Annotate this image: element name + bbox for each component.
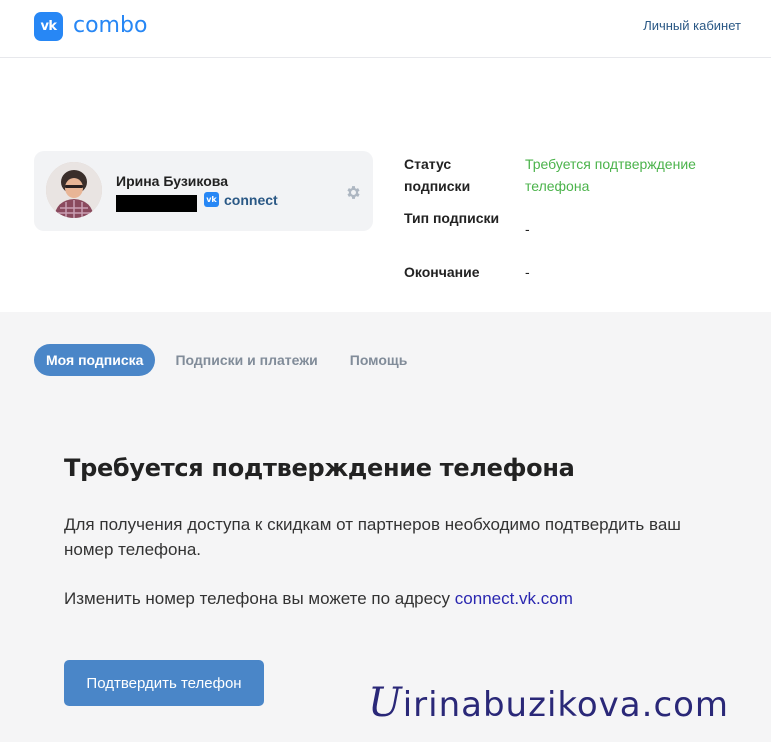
end-label: Окончание — [404, 264, 480, 280]
profile-card: Ирина Бузикова vk connect — [34, 151, 373, 231]
logo-text: vk — [40, 19, 57, 34]
type-row: Тип подписки - — [404, 207, 744, 251]
header: vk combo Личный кабинет — [0, 0, 771, 58]
type-value: - — [525, 221, 530, 237]
change-phone-text: Изменить номер телефона вы можете по адр… — [64, 586, 744, 611]
confirm-phone-button[interactable]: Подтвердить телефон — [64, 660, 264, 706]
tab-subscriptions-payments[interactable]: Подписки и платежи — [163, 344, 329, 376]
connect-vk-link[interactable]: connect.vk.com — [455, 589, 573, 608]
status-value: Требуется подтверждение телефона — [525, 156, 696, 194]
page-title: Требуется подтверждение телефона — [64, 454, 575, 482]
personal-cabinet-link[interactable]: Личный кабинет — [643, 18, 741, 33]
watermark-text: irinabuzikova.com — [402, 685, 730, 725]
user-name: Ирина Бузикова — [116, 173, 228, 189]
watermark: Uirinabuzikova.com — [368, 680, 729, 726]
end-row: Окончание - — [404, 261, 744, 283]
vk-logo-icon: vk — [204, 192, 219, 207]
vk-badge-text: vk — [206, 195, 217, 204]
change-phone-prefix: Изменить номер телефона вы можете по адр… — [64, 589, 451, 608]
avatar — [46, 162, 102, 218]
content-area: Моя подписка Подписки и платежи Помощь Т… — [0, 312, 771, 742]
gear-icon[interactable] — [345, 184, 362, 201]
connect-label: connect — [224, 192, 278, 208]
brand-name[interactable]: combo — [73, 13, 147, 38]
status-label: Статус подписки — [404, 156, 471, 194]
watermark-mark: U — [368, 680, 403, 726]
redacted-phone — [116, 195, 197, 212]
tab-help[interactable]: Помощь — [338, 344, 420, 376]
status-row: Статус подписки Требуется подтверждение … — [404, 153, 744, 197]
vk-logo-icon[interactable]: vk — [34, 12, 63, 41]
main-content: Требуется подтверждение телефона Для пол… — [64, 454, 744, 611]
end-value: - — [525, 264, 530, 280]
subscription-info: Статус подписки Требуется подтверждение … — [404, 153, 744, 283]
tabs: Моя подписка Подписки и платежи Помощь — [34, 344, 427, 376]
tab-my-subscription[interactable]: Моя подписка — [34, 344, 156, 376]
info-text: Для получения доступа к скидкам от партн… — [64, 515, 681, 559]
type-label: Тип подписки — [404, 210, 500, 226]
